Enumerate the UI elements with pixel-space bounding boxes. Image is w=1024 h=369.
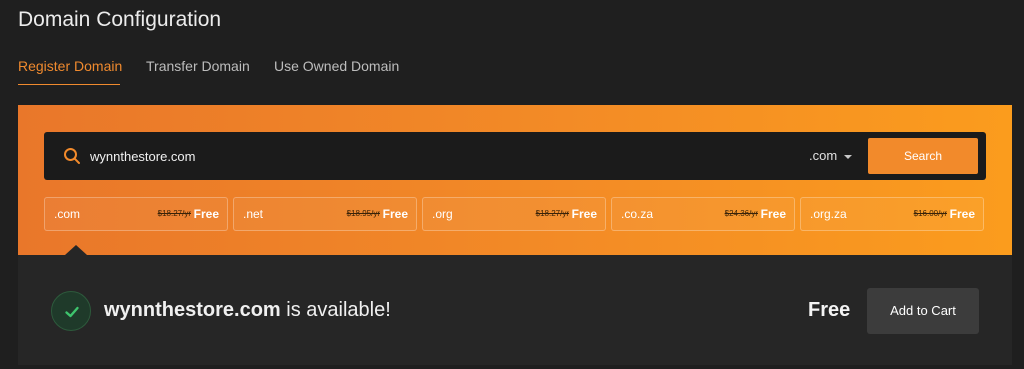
- availability-result: wynnthestore.com is available! Free Add …: [18, 255, 1012, 365]
- search-button[interactable]: Search: [868, 138, 978, 174]
- result-domain: wynnthestore.com: [104, 299, 281, 321]
- tld-name: .org: [432, 207, 453, 221]
- tld-old-price: $16.00/yr: [913, 209, 947, 218]
- tld-name: .net: [243, 207, 264, 221]
- result-status: is available!: [280, 299, 391, 321]
- tab-use-owned-domain[interactable]: Use Owned Domain: [274, 57, 399, 75]
- tab-transfer-domain[interactable]: Transfer Domain: [146, 57, 250, 75]
- domain-search-input[interactable]: [90, 146, 690, 166]
- domain-search-panel: .com Search .com $18.27/yr Free .net $18…: [18, 105, 1012, 365]
- search-section: .com Search .com $18.27/yr Free .net $18…: [18, 105, 1012, 255]
- tld-old-price: $18.27/yr: [157, 209, 191, 218]
- result-price: Free: [808, 299, 851, 321]
- tld-old-price: $18.95/yr: [346, 209, 380, 218]
- tld-name: .co.za: [621, 207, 654, 221]
- check-icon: [65, 306, 79, 318]
- tld-price: Free: [193, 207, 219, 221]
- tld-name: .com: [54, 207, 81, 221]
- tld-price: Free: [382, 207, 408, 221]
- tld-card-org-za[interactable]: .org.za $16.00/yr Free: [800, 197, 984, 231]
- tld-card-net[interactable]: .net $18.95/yr Free: [233, 197, 417, 231]
- tld-card-co-za[interactable]: .co.za $24.36/yr Free: [611, 197, 795, 231]
- selected-tld-pointer: [65, 245, 87, 255]
- tld-suggestions: .com $18.27/yr Free .net $18.95/yr Free …: [44, 197, 986, 231]
- tld-card-org[interactable]: .org $18.27/yr Free: [422, 197, 606, 231]
- page-title: Domain Configuration: [18, 8, 222, 31]
- tld-old-price: $24.36/yr: [724, 209, 758, 218]
- tld-name: .org.za: [810, 207, 847, 221]
- tld-card-com[interactable]: .com $18.27/yr Free: [44, 197, 228, 231]
- tld-price: Free: [760, 207, 786, 221]
- active-tab-indicator: [18, 84, 120, 85]
- add-to-cart-button[interactable]: Add to Cart: [867, 288, 979, 334]
- search-bar: .com Search: [44, 132, 986, 180]
- tld-select-value: .com: [809, 148, 838, 163]
- tld-price: Free: [949, 207, 975, 221]
- success-badge: [51, 291, 91, 331]
- tld-price: Free: [571, 207, 597, 221]
- tld-old-price: $18.27/yr: [535, 209, 569, 218]
- search-icon: [64, 148, 80, 164]
- availability-message: wynnthestore.com is available!: [104, 299, 391, 322]
- tab-register-domain[interactable]: Register Domain: [18, 57, 122, 75]
- tld-select[interactable]: .com: [809, 148, 853, 163]
- chevron-down-icon: [844, 154, 853, 159]
